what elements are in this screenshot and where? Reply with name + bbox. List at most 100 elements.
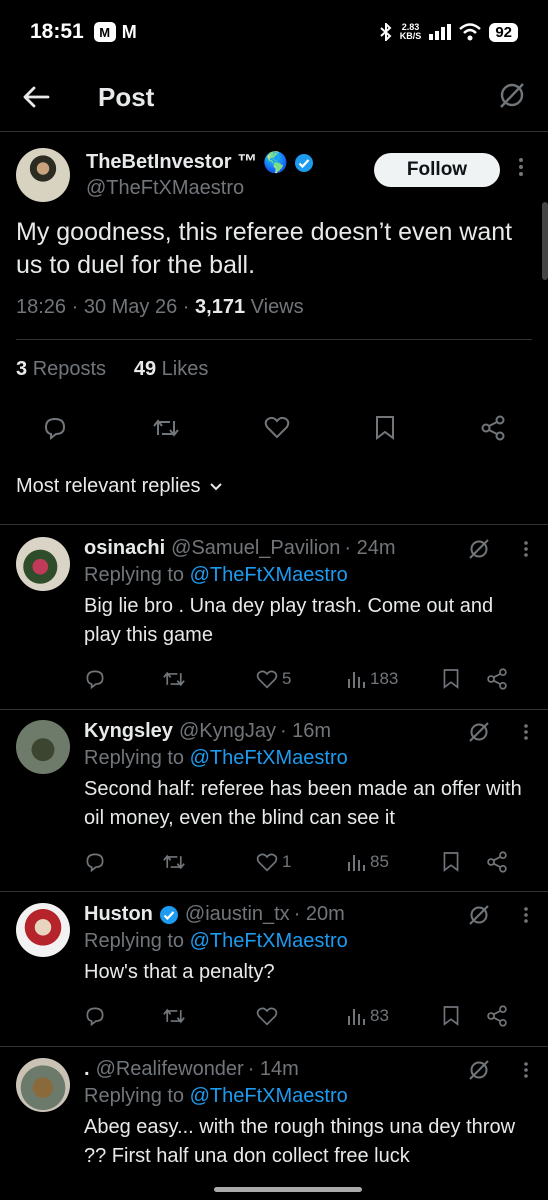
reply-action[interactable]: [84, 851, 162, 873]
more-vertical-icon: [524, 906, 528, 923]
replies-divider: [0, 524, 548, 525]
reply-icon[interactable]: [42, 415, 68, 441]
views-label: Views: [250, 296, 304, 318]
reply-divider: [0, 709, 548, 710]
like-action[interactable]: 5: [256, 669, 346, 689]
bookmark-action[interactable]: [442, 668, 486, 690]
like-count: 1: [282, 852, 292, 871]
post-text: My goodness, this referee doesn’t even w…: [16, 218, 513, 279]
replies-filter-dropdown[interactable]: Most relevant replies: [16, 475, 532, 498]
replying-to-link[interactable]: @TheFtXMaestro: [190, 564, 348, 586]
reply-avatar[interactable]: [16, 720, 70, 774]
reply-avatar[interactable]: [16, 1058, 70, 1112]
grok-icon[interactable]: [468, 538, 490, 560]
views-count: 85: [370, 852, 389, 871]
reply-text: Abeg easy... with the rough things una d…: [84, 1116, 516, 1167]
bookmark-action[interactable]: [442, 1005, 486, 1027]
share-action[interactable]: [486, 1005, 508, 1027]
grok-icon[interactable]: [468, 904, 490, 926]
top-app-bar: Post: [0, 64, 548, 130]
repost-action[interactable]: [162, 851, 256, 873]
header-divider: [0, 131, 548, 132]
status-bar: 18:51 M M 2.83 KB/S 92: [0, 0, 548, 64]
repost-action[interactable]: [162, 668, 256, 690]
more-options-button[interactable]: [520, 723, 532, 740]
reply-author-handle[interactable]: @Samuel_Pavilion: [171, 537, 340, 560]
reply-author-name[interactable]: Huston: [84, 903, 153, 926]
replying-to-link[interactable]: @TheFtXMaestro: [190, 1085, 348, 1107]
network-speed: 2.83 KB/S: [399, 22, 422, 41]
repost-icon: [163, 854, 185, 870]
scrollbar[interactable]: [542, 202, 548, 280]
grok-icon[interactable]: [468, 1059, 490, 1081]
grok-button[interactable]: [498, 81, 526, 114]
more-options-button[interactable]: [510, 158, 532, 176]
reply-item[interactable]: osinachi @Samuel_Pavilion · 24m Replying…: [0, 537, 548, 690]
reposts-stat[interactable]: 3 Reposts: [16, 358, 106, 380]
reply-author-name[interactable]: Kyngsley: [84, 720, 173, 743]
status-icons: 2.83 KB/S 92: [380, 22, 518, 42]
likes-stat[interactable]: 49 Likes: [134, 358, 209, 380]
reply-author-handle[interactable]: @iaustin_tx: [185, 903, 290, 926]
replying-to: Replying to @TheFtXMaestro: [84, 747, 348, 769]
like-action[interactable]: [256, 1006, 346, 1026]
more-options-button[interactable]: [520, 540, 532, 557]
gesture-bar[interactable]: [214, 1187, 362, 1192]
reply-author-handle[interactable]: @Realifewonder: [96, 1058, 244, 1081]
reply-author-handle[interactable]: @KyngJay: [179, 720, 276, 743]
author-name[interactable]: TheBetInvestor ™: [86, 151, 257, 174]
author-avatar[interactable]: [16, 148, 70, 202]
reply-item[interactable]: Kyngsley @KyngJay · 16m Replying to @The…: [0, 720, 548, 873]
post-time[interactable]: 18:26: [16, 296, 66, 318]
like-action[interactable]: 1: [256, 852, 346, 872]
share-action[interactable]: [486, 668, 508, 690]
bluetooth-icon: [380, 23, 392, 41]
reply-actions: 83: [84, 1005, 532, 1027]
reply-action[interactable]: [84, 1005, 162, 1027]
reply-avatar[interactable]: [16, 537, 70, 591]
post-date[interactable]: 30 May 26: [84, 296, 177, 318]
more-options-button[interactable]: [520, 906, 532, 923]
analytics-icon: [348, 855, 365, 871]
views-action[interactable]: 183: [346, 669, 442, 689]
reply-action[interactable]: [84, 668, 162, 690]
repost-icon[interactable]: [152, 415, 180, 441]
follow-button[interactable]: Follow: [374, 153, 500, 187]
reply-text: How's that a penalty?: [84, 961, 275, 983]
reply-time: · 14m: [247, 1058, 299, 1080]
chevron-down-icon: [209, 482, 222, 490]
reply-author-name[interactable]: osinachi: [84, 537, 165, 560]
like-icon: [256, 670, 278, 689]
replying-to-link[interactable]: @TheFtXMaestro: [190, 747, 348, 769]
arrow-left-icon: [23, 86, 50, 108]
replying-to: Replying to @TheFtXMaestro: [84, 1085, 348, 1107]
reply-author-name[interactable]: .: [84, 1058, 90, 1081]
views-action[interactable]: 85: [346, 852, 442, 872]
reply-item[interactable]: Huston @iaustin_tx · 20m Replying to @Th…: [0, 903, 548, 1027]
engagement-stats: 3 Reposts 49 Likes: [16, 339, 532, 381]
reply-actions: 1 85: [84, 851, 532, 873]
reply-item[interactable]: . @Realifewonder · 14m Replying to @TheF…: [0, 1058, 548, 1171]
share-icon: [487, 1005, 507, 1027]
share-action[interactable]: [486, 851, 508, 873]
like-icon[interactable]: [264, 415, 290, 439]
grok-icon: [500, 82, 524, 108]
repost-icon: [163, 1008, 185, 1024]
replying-to-link[interactable]: @TheFtXMaestro: [190, 930, 348, 952]
bookmark-action[interactable]: [442, 851, 486, 873]
status-time: 18:51: [30, 20, 84, 43]
author-handle[interactable]: @TheFtXMaestro: [86, 177, 314, 200]
back-button[interactable]: [22, 81, 54, 113]
reply-avatar[interactable]: [16, 903, 70, 957]
share-icon[interactable]: [480, 415, 506, 441]
more-options-button[interactable]: [520, 1061, 532, 1078]
bookmark-icon[interactable]: [374, 415, 396, 441]
repost-action[interactable]: [162, 1005, 256, 1027]
reply-time: · 24m: [344, 537, 396, 559]
reply-time: · 20m: [293, 903, 345, 925]
wifi-icon: [459, 23, 482, 41]
views-action[interactable]: 83: [346, 1006, 442, 1026]
grok-icon[interactable]: [468, 721, 490, 743]
post-meta: 18:26 · 30 May 26 · 3,171 Views: [16, 296, 304, 318]
reply-time: · 16m: [279, 720, 332, 742]
